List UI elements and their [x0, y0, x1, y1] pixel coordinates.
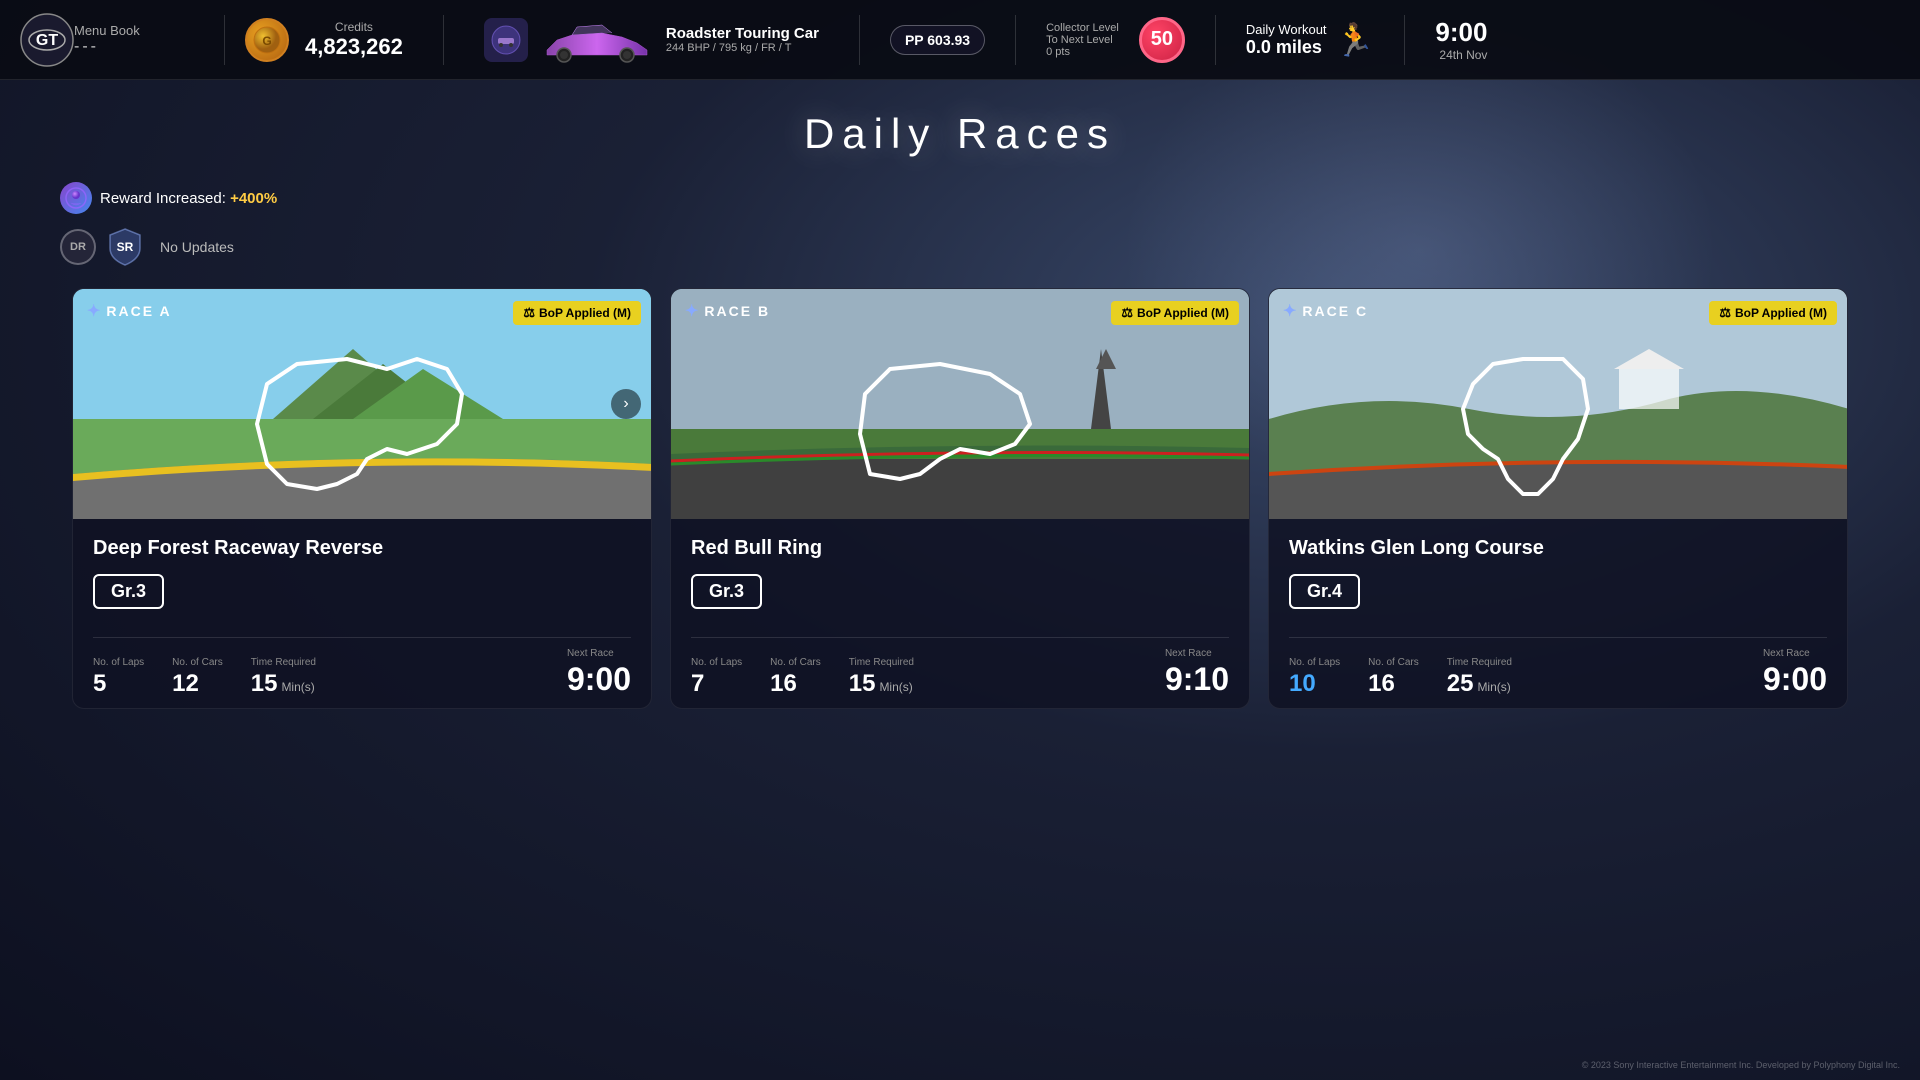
car-name: Roadster Touring Car [666, 25, 819, 42]
svg-text:GT: GT [36, 32, 58, 49]
reward-icon [60, 182, 92, 214]
time-display: 9:00 [1435, 17, 1487, 48]
no-updates-text: No Updates [160, 239, 234, 255]
race-card-c[interactable]: ✦ RACE C ⚖ BoP Applied (M) Watkins Glen … [1268, 288, 1848, 709]
race-body-b: Red Bull Ring Gr.3 No. of Laps 7 No. of … [671, 519, 1249, 708]
time-section: 9:00 24th Nov [1435, 17, 1487, 62]
cars-group-c: No. of Cars 16 [1368, 657, 1419, 698]
track-outline-a [247, 344, 477, 504]
menu-book-label: Menu Book [74, 23, 174, 38]
divider-6 [1404, 15, 1405, 65]
collector-section: Collector Level To Next Level 0 pts 50 [1046, 17, 1185, 63]
race-image-c: ✦ RACE C ⚖ BoP Applied (M) [1269, 289, 1847, 519]
sr-badge-wrapper: SR [104, 226, 146, 268]
gr-badge-b: Gr.3 [691, 574, 762, 609]
car-stats: 244 BHP / 795 kg / FR / T [666, 42, 819, 54]
time-req-group-a: Time Required 15 Min(s) [251, 657, 316, 698]
race-body-c: Watkins Glen Long Course Gr.4 No. of Lap… [1269, 519, 1847, 708]
divider-2 [443, 15, 444, 65]
collector-label: Collector Level [1046, 22, 1119, 34]
divider-1 [224, 15, 225, 65]
race-stats-row-c: No. of Laps 10 No. of Cars 16 Time Requi… [1289, 648, 1827, 698]
dr-sr-section: DR SR No Updates [60, 226, 1860, 268]
stats-divider-a [93, 637, 631, 638]
credits-label: Credits [335, 20, 373, 34]
collector-badge: 50 [1139, 17, 1185, 63]
next-race-group-c: Next Race 9:00 [1763, 648, 1827, 698]
time-req-group-c: Time Required 25 Min(s) [1447, 657, 1512, 698]
race-label-c: ✦ RACE C [1283, 301, 1368, 321]
credits-amount: 4,823,262 [305, 34, 403, 60]
race-icon-a: ✦ [87, 301, 100, 321]
track-name-c: Watkins Glen Long Course [1289, 537, 1827, 560]
daily-workout-miles: 0.0 miles [1246, 37, 1327, 58]
copyright: © 2023 Sony Interactive Entertainment In… [1582, 1060, 1900, 1070]
divider-4 [1015, 15, 1016, 65]
coin-icon: G [245, 18, 289, 62]
pp-badge: PP 603.93 [890, 25, 985, 55]
race-image-b: ✦ RACE B ⚖ BoP Applied (M) [671, 289, 1249, 519]
race-stats-row-a: No. of Laps 5 No. of Cars 12 Time Requir… [93, 648, 631, 698]
laps-group-c: No. of Laps 10 [1289, 657, 1340, 698]
divider-5 [1215, 15, 1216, 65]
dr-badge: DR [60, 229, 96, 265]
credits-section: Credits 4,823,262 [305, 20, 403, 60]
race-stats-row-b: No. of Laps 7 No. of Cars 16 Time Requir… [691, 648, 1229, 698]
top-bar: GT Menu Book --- G Credits 4,823,262 [0, 0, 1920, 80]
gr-badge-c: Gr.4 [1289, 574, 1360, 609]
daily-workout-label: Daily Workout [1246, 22, 1327, 37]
collector-next: To Next Level [1046, 34, 1119, 46]
stats-divider-c [1289, 637, 1827, 638]
main-content: Daily Races Reward Increased: +400% DR [0, 80, 1920, 739]
page-title: Daily Races [60, 110, 1860, 158]
laps-group-b: No. of Laps 7 [691, 657, 742, 698]
race-image-a: ✦ RACE A ⚖ BoP Applied (M) › [73, 289, 651, 519]
date-display: 24th Nov [1439, 48, 1487, 62]
gt-logo: GT [20, 13, 74, 67]
car-info: Roadster Touring Car 244 BHP / 795 kg / … [666, 25, 819, 54]
runner-icon: 🏃 [1335, 21, 1375, 59]
reward-text: Reward Increased: +400% [100, 190, 277, 207]
car-silhouette [542, 15, 652, 65]
bop-badge-a: ⚖ BoP Applied (M) [513, 301, 641, 325]
cars-group-b: No. of Cars 16 [770, 657, 821, 698]
menu-book-section[interactable]: Menu Book --- [74, 23, 174, 56]
track-name-b: Red Bull Ring [691, 537, 1229, 560]
track-outline-b [840, 344, 1080, 504]
notification-bar: Reward Increased: +400% [60, 182, 1860, 214]
car-category-icon [484, 18, 528, 62]
reward-percent: +400% [230, 190, 277, 207]
sr-shield-icon: SR [104, 226, 146, 268]
next-race-group-a: Next Race 9:00 [567, 648, 631, 698]
divider-3 [859, 15, 860, 65]
next-race-group-b: Next Race 9:10 [1165, 648, 1229, 698]
race-body-a: Deep Forest Raceway Reverse Gr.3 No. of … [73, 519, 651, 708]
race-card-b[interactable]: ✦ RACE B ⚖ BoP Applied (M) Red Bull Ring… [670, 288, 1250, 709]
menu-book-dots: --- [74, 38, 174, 56]
race-label-a: ✦ RACE A [87, 301, 172, 321]
reward-badge: Reward Increased: +400% [60, 182, 277, 214]
svg-text:G: G [262, 34, 271, 48]
daily-workout-section: Daily Workout 0.0 miles 🏃 [1246, 21, 1375, 59]
time-req-group-b: Time Required 15 Min(s) [849, 657, 914, 698]
bop-badge-c: ⚖ BoP Applied (M) [1709, 301, 1837, 325]
race-label-b: ✦ RACE B [685, 301, 770, 321]
collector-pts: 0 pts [1046, 46, 1119, 58]
race-icon-c: ✦ [1283, 301, 1296, 321]
svg-text:SR: SR [117, 240, 134, 254]
race-card-a[interactable]: ✦ RACE A ⚖ BoP Applied (M) › Deep Forest… [72, 288, 652, 709]
track-outline-c [1443, 349, 1673, 509]
race-icon-b: ✦ [685, 301, 698, 321]
nav-arrow-a[interactable]: › [611, 389, 641, 419]
track-name-a: Deep Forest Raceway Reverse [93, 537, 631, 560]
gr-badge-a: Gr.3 [93, 574, 164, 609]
bop-badge-b: ⚖ BoP Applied (M) [1111, 301, 1239, 325]
cars-group-a: No. of Cars 12 [172, 657, 223, 698]
car-section[interactable]: Roadster Touring Car 244 BHP / 795 kg / … [484, 15, 819, 65]
laps-group-a: No. of Laps 5 [93, 657, 144, 698]
race-cards-container: ✦ RACE A ⚖ BoP Applied (M) › Deep Forest… [60, 288, 1860, 709]
stats-divider-b [691, 637, 1229, 638]
